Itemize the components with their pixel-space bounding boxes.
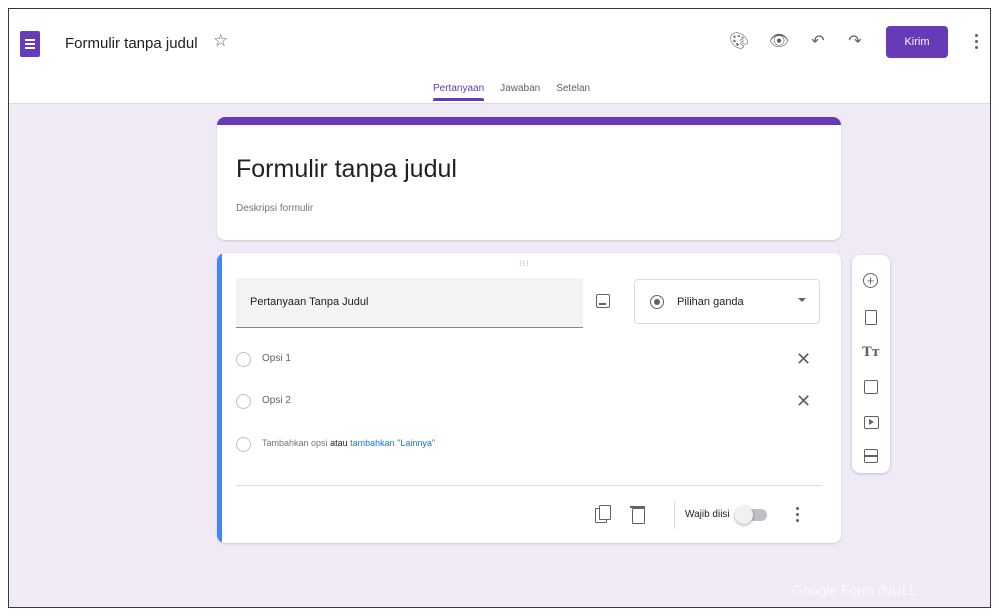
form-title-card: Formulir tanpa judul Deskripsi formulir	[217, 117, 841, 240]
add-video-icon[interactable]	[861, 412, 881, 432]
floating-toolbar: + Tт	[852, 255, 890, 473]
top-header: Formulir tanpa judul ☆ 🎨︎ 👁︎ ↶ ↷ Kirim P…	[9, 9, 990, 104]
palette-icon[interactable]: 🎨︎	[727, 29, 751, 53]
remove-option-icon[interactable]: ✕	[796, 348, 811, 370]
add-other-link[interactable]: tambahkan "Lainnya"	[350, 438, 435, 448]
option-row: Opsi 1 ✕	[236, 348, 826, 372]
form-description-field[interactable]: Deskripsi formulir	[236, 203, 313, 214]
forms-logo-icon[interactable]	[20, 31, 40, 57]
duplicate-icon[interactable]	[595, 505, 611, 523]
option-label[interactable]: Opsi 1	[262, 353, 291, 364]
question-type-dropdown[interactable]: Pilihan ganda	[634, 279, 820, 324]
option-row: Opsi 2 ✕	[236, 390, 826, 414]
send-button[interactable]: Kirim	[886, 26, 948, 58]
add-question-icon[interactable]: +	[863, 273, 878, 288]
required-label: Wajib diisi	[685, 509, 730, 520]
add-title-icon[interactable]: Tт	[861, 342, 881, 362]
more-vert-icon[interactable]	[968, 29, 984, 53]
tab-responses[interactable]: Jawaban	[500, 83, 540, 100]
accent-bar	[217, 117, 841, 125]
import-question-icon[interactable]	[861, 307, 881, 327]
tab-questions[interactable]: Pertanyaan	[433, 83, 485, 101]
toggle-knob	[735, 506, 753, 524]
preview-eye-icon[interactable]: 👁︎	[767, 29, 791, 53]
form-title[interactable]: Formulir tanpa judul	[236, 155, 457, 184]
radio-unchecked-icon	[236, 437, 251, 452]
vertical-separator	[674, 501, 675, 529]
star-icon[interactable]: ☆	[213, 31, 228, 51]
add-option-link[interactable]: Tambahkan opsi	[262, 438, 328, 448]
question-type-label: Pilihan ganda	[677, 296, 744, 308]
question-title-input[interactable]: Pertanyaan Tanpa Judul	[236, 278, 583, 328]
watermark: Google Form /NULL	[792, 582, 918, 598]
option-label[interactable]: Opsi 2	[262, 395, 291, 406]
remove-option-icon[interactable]: ✕	[796, 390, 811, 412]
tab-settings[interactable]: Setelan	[556, 83, 590, 100]
app-window: Formulir tanpa judul ☆ 🎨︎ 👁︎ ↶ ↷ Kirim P…	[8, 8, 991, 608]
drag-handle-icon[interactable]: ⁝⁝⁝	[519, 259, 530, 268]
question-card: ⁝⁝⁝ Pertanyaan Tanpa Judul Pilihan ganda…	[217, 253, 841, 543]
radio-checked-icon	[650, 295, 664, 309]
add-image-icon[interactable]	[596, 294, 610, 308]
required-toggle[interactable]	[735, 506, 767, 524]
add-section-icon[interactable]	[861, 446, 881, 466]
add-image-icon[interactable]	[861, 377, 881, 397]
undo-icon[interactable]: ↶	[806, 29, 830, 53]
dropdown-arrow-icon	[798, 298, 806, 302]
tab-bar: Pertanyaan Jawaban Setelan	[433, 83, 590, 101]
footer-divider	[236, 485, 822, 486]
add-option-text: Tambahkan opsi atau tambahkan "Lainnya"	[262, 438, 435, 448]
focus-indicator	[217, 253, 222, 543]
redo-icon[interactable]: ↷	[843, 29, 867, 53]
radio-unchecked-icon	[236, 352, 251, 367]
add-option-row: Tambahkan opsi atau tambahkan "Lainnya"	[236, 433, 826, 457]
delete-icon[interactable]	[630, 505, 646, 524]
radio-unchecked-icon	[236, 394, 251, 409]
question-more-icon[interactable]	[792, 505, 802, 525]
or-text: atau	[330, 438, 348, 448]
document-title[interactable]: Formulir tanpa judul	[65, 35, 198, 52]
